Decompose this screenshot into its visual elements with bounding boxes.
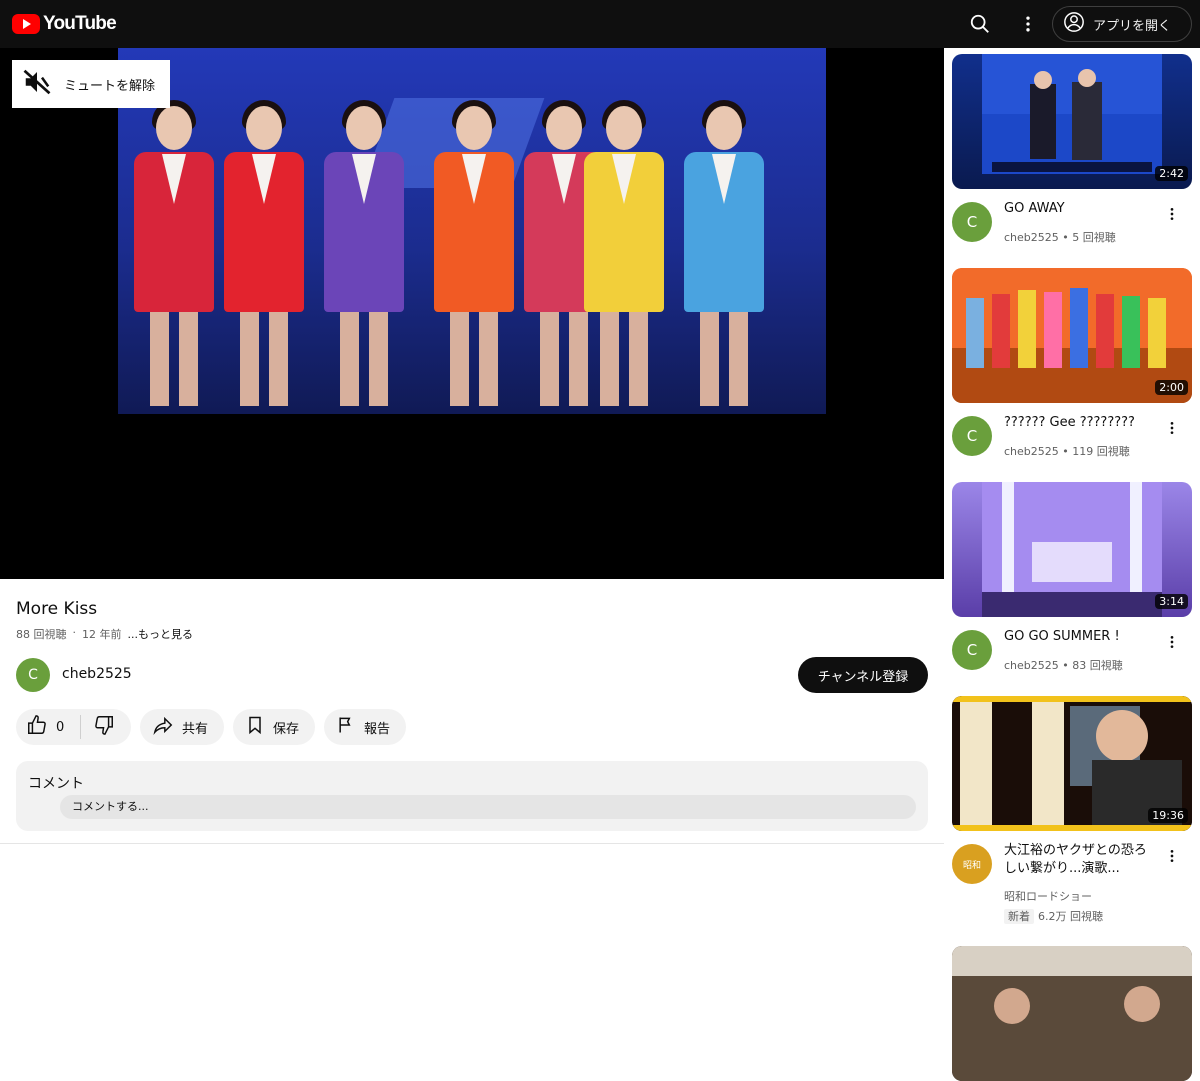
- unmute-button[interactable]: ミュートを解除: [12, 60, 170, 108]
- channel-name[interactable]: cheb2525: [62, 666, 132, 682]
- view-count: 119 回視聴: [1072, 445, 1130, 458]
- view-count: 83 回視聴: [1072, 659, 1123, 672]
- volume-off-icon: [22, 67, 52, 101]
- video-meta: 88 回視聴 · 12 年前 ...もっと見る: [16, 626, 928, 642]
- channel-avatar[interactable]: C: [16, 658, 50, 692]
- like-icon[interactable]: [26, 714, 48, 740]
- top-bar: YouTube アプリを開く: [0, 0, 1200, 48]
- dancer-figure: [318, 100, 410, 406]
- video-info: More Kiss 88 回視聴 · 12 年前 ...もっと見る: [16, 598, 928, 642]
- video-title[interactable]: ?????? Gee ????????: [1004, 414, 1156, 432]
- section-divider: [0, 843, 944, 844]
- open-app-button[interactable]: アプリを開く: [1052, 6, 1192, 42]
- video-player[interactable]: ミュートを解除: [0, 48, 944, 579]
- video-thumbnail[interactable]: 2:42: [952, 54, 1192, 189]
- dancer-figure: [218, 100, 310, 406]
- channel-name: cheb2525: [1004, 659, 1059, 672]
- save-button[interactable]: 保存: [233, 709, 316, 745]
- dancer-figure: [428, 100, 520, 406]
- youtube-play-icon: [12, 14, 40, 34]
- video-duration: 2:42: [1155, 166, 1188, 181]
- channel-avatar[interactable]: C: [952, 202, 992, 242]
- video-meta: cheb2525 • 5 回視聴: [1004, 231, 1116, 244]
- video-frame: [118, 48, 826, 414]
- share-button[interactable]: 共有: [140, 709, 225, 745]
- video-meta: cheb2525 • 119 回視聴: [1004, 445, 1130, 458]
- report-label: 報告: [364, 721, 391, 737]
- view-count: 5 回視聴: [1072, 231, 1116, 244]
- action-bar: 0 共有 保存 報告: [16, 709, 407, 745]
- upload-age: 12 年前: [82, 628, 122, 641]
- channel-row: C cheb2525 チャンネル登録: [16, 657, 928, 693]
- video-duration: 19:36: [1148, 808, 1188, 823]
- unmute-label: ミュートを解除: [64, 78, 156, 94]
- video-thumbnail[interactable]: 19:36: [952, 696, 1192, 831]
- subscribe-button[interactable]: チャンネル登録: [798, 657, 928, 693]
- like-divider: [80, 715, 82, 739]
- account-icon: [1063, 11, 1085, 37]
- save-label: 保存: [273, 721, 300, 737]
- channel-avatar[interactable]: C: [952, 630, 992, 670]
- youtube-logo[interactable]: YouTube: [12, 12, 117, 36]
- view-count: 88 回視聴: [16, 628, 67, 641]
- video-meta: 昭和ロードショー 新着 6.2万 回視聴: [1004, 888, 1103, 924]
- dancer-figure: [128, 100, 220, 406]
- more-vert-icon[interactable]: [1164, 846, 1180, 866]
- dancer-figure: [678, 100, 770, 406]
- bookmark-icon: [245, 714, 265, 740]
- more-vert-icon[interactable]: [1164, 418, 1180, 438]
- thumbnail-image: [952, 946, 1192, 1081]
- dancer-figure: [578, 100, 670, 406]
- logo-text: YouTube: [43, 13, 117, 34]
- share-label: 共有: [182, 721, 209, 737]
- share-icon: [152, 714, 174, 740]
- dislike-icon[interactable]: [93, 714, 115, 740]
- comment-input[interactable]: コメントする...: [60, 795, 916, 819]
- comments-title: コメント: [28, 776, 84, 792]
- more-vert-icon[interactable]: [1016, 12, 1040, 36]
- more-vert-icon[interactable]: [1164, 632, 1180, 652]
- video-title: More Kiss: [16, 599, 98, 619]
- open-app-label: アプリを開く: [1093, 18, 1172, 34]
- flag-icon: [336, 714, 356, 740]
- view-count: 6.2万 回視聴: [1038, 910, 1103, 923]
- video-duration: 3:14: [1155, 594, 1188, 609]
- video-title[interactable]: 大江裕のヤクザとの恐ろしい繋がり...演歌...: [1004, 842, 1156, 878]
- video-title[interactable]: GO GO SUMMER !: [1004, 628, 1156, 646]
- channel-name: cheb2525: [1004, 231, 1059, 244]
- like-dislike-group: 0: [16, 709, 131, 745]
- more-vert-icon[interactable]: [1164, 204, 1180, 224]
- video-thumbnail[interactable]: 3:14: [952, 482, 1192, 617]
- search-icon[interactable]: [968, 12, 992, 36]
- comments-section[interactable]: コメント コメントする...: [16, 761, 928, 831]
- more-description-link[interactable]: ...もっと見る: [128, 626, 194, 642]
- video-thumbnail[interactable]: [952, 946, 1192, 1081]
- channel-name: cheb2525: [1004, 445, 1059, 458]
- channel-avatar[interactable]: C: [952, 416, 992, 456]
- new-badge: 新着: [1004, 909, 1034, 924]
- video-thumbnail[interactable]: 2:00: [952, 268, 1192, 403]
- channel-avatar[interactable]: 昭和: [952, 844, 992, 884]
- report-button[interactable]: 報告: [324, 709, 407, 745]
- channel-name: 昭和ロードショー: [1004, 890, 1092, 903]
- meta-separator: ·: [72, 626, 77, 639]
- video-title[interactable]: GO AWAY: [1004, 200, 1156, 218]
- like-count: 0: [56, 719, 65, 735]
- video-duration: 2:00: [1155, 380, 1188, 395]
- video-meta: cheb2525 • 83 回視聴: [1004, 659, 1123, 672]
